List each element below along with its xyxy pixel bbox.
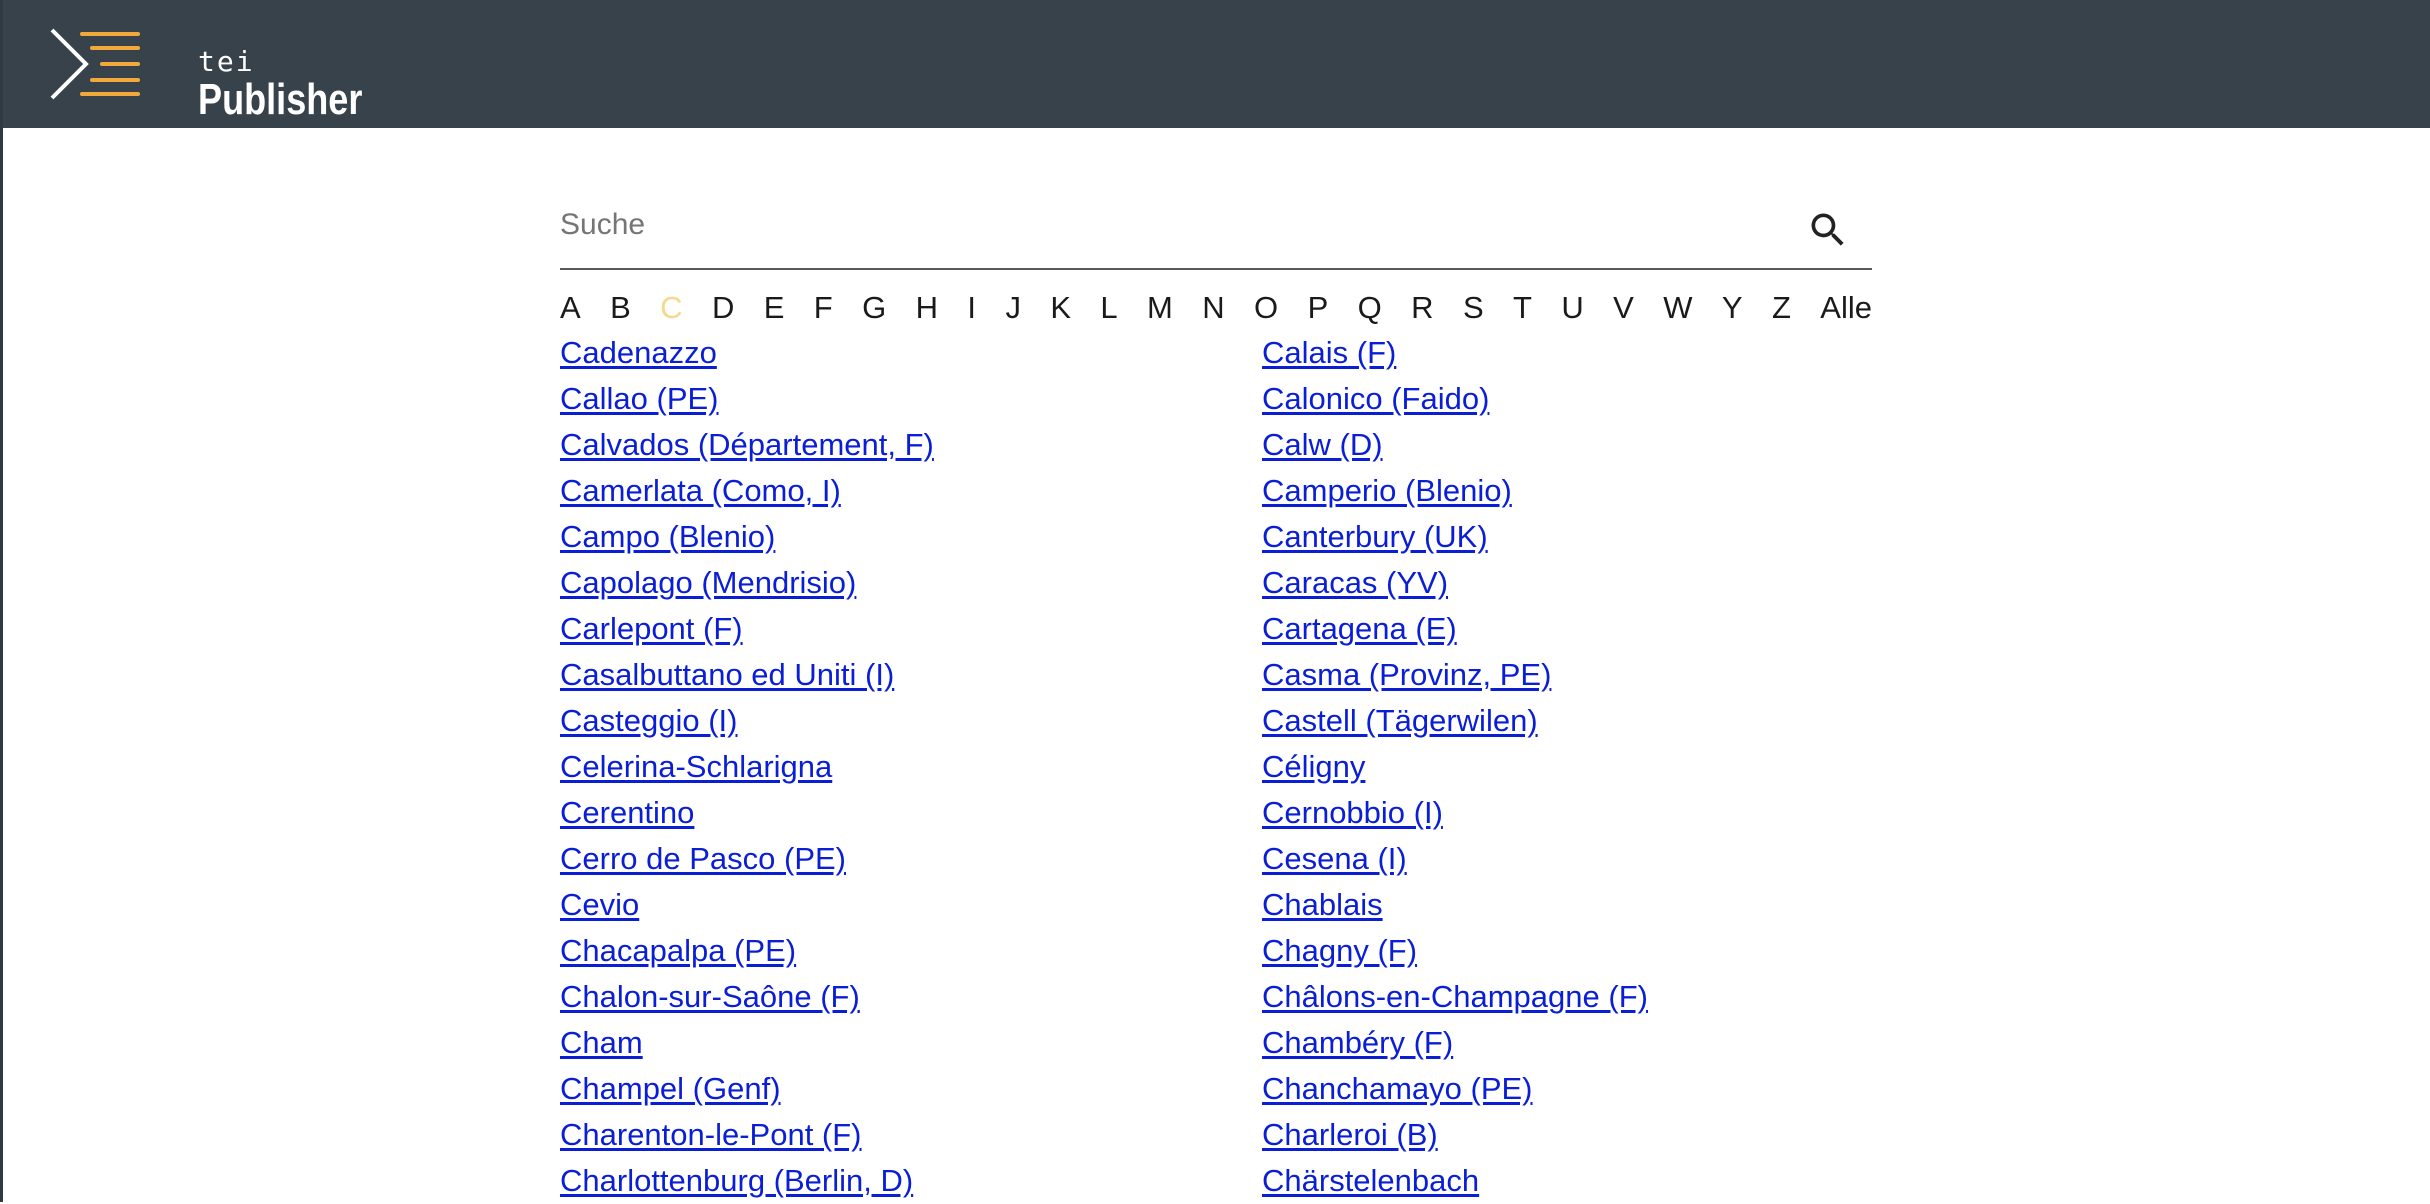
letter-filter-l[interactable]: L	[1100, 290, 1117, 326]
letter-filter-r[interactable]: R	[1411, 290, 1433, 326]
letter-filter-v[interactable]: V	[1613, 290, 1634, 326]
letter-filter-n[interactable]: N	[1202, 290, 1224, 326]
place-link[interactable]: Cerentino	[560, 790, 1262, 836]
place-link[interactable]: Camerlata (Como, I)	[560, 468, 1262, 514]
place-link[interactable]: Calw (D)	[1262, 422, 1872, 468]
place-link[interactable]: Cerro de Pasco (PE)	[560, 836, 1262, 882]
letter-filter-u[interactable]: U	[1561, 290, 1583, 326]
place-link[interactable]: Cadenazzo	[560, 330, 1262, 376]
place-link[interactable]: Cartagena (E)	[1262, 606, 1872, 652]
letter-filter-y[interactable]: Y	[1722, 290, 1743, 326]
place-link[interactable]: Charleroi (B)	[1262, 1112, 1872, 1158]
logo-chevron-icon	[50, 28, 140, 100]
place-link[interactable]: Cham	[560, 1020, 1262, 1066]
letter-filter-z[interactable]: Z	[1772, 290, 1791, 326]
letter-filter-d[interactable]: D	[712, 290, 734, 326]
place-link[interactable]: Cernobbio (I)	[1262, 790, 1872, 836]
place-link[interactable]: Chagny (F)	[1262, 928, 1872, 974]
place-link[interactable]: Chacapalpa (PE)	[560, 928, 1262, 974]
place-link[interactable]: Charlottenburg (Berlin, D)	[560, 1158, 1262, 1204]
place-link[interactable]: Cevio	[560, 882, 1262, 928]
letter-filter-i[interactable]: I	[967, 290, 976, 326]
letter-filter-e[interactable]: E	[764, 290, 785, 326]
letter-filter-h[interactable]: H	[916, 290, 938, 326]
place-link[interactable]: Canterbury (UK)	[1262, 514, 1872, 560]
place-link[interactable]: Chärstelenbach	[1262, 1158, 1872, 1204]
place-link[interactable]: Chanchamayo (PE)	[1262, 1066, 1872, 1112]
place-link[interactable]: Camperio (Blenio)	[1262, 468, 1872, 514]
place-link[interactable]: Chalon-sur-Saône (F)	[560, 974, 1262, 1020]
place-link[interactable]: Campo (Blenio)	[560, 514, 1262, 560]
place-link[interactable]: Champel (Genf)	[560, 1066, 1262, 1112]
place-link[interactable]: Chablais	[1262, 882, 1872, 928]
letter-filter-m[interactable]: M	[1147, 290, 1173, 326]
place-link[interactable]: Celerina-Schlarigna	[560, 744, 1262, 790]
places-list: Cadenazzo Calais (F) Callao (PE) Calonico (…	[560, 330, 1872, 1204]
main-content: ABCDEFGHIJKLMNOPQRSTUVWYZAlle CadenazzoC…	[560, 190, 1872, 1204]
letter-filter-all[interactable]: Alle	[1820, 290, 1872, 326]
letter-filter-t[interactable]: T	[1513, 290, 1532, 326]
letter-filter-g[interactable]: G	[862, 290, 886, 326]
letter-filter-p[interactable]: P	[1308, 290, 1329, 326]
logo-publisher-text: Publisher	[198, 75, 363, 124]
logo-tei-text: tei	[198, 45, 255, 78]
letter-filter-o[interactable]: O	[1254, 290, 1278, 326]
alphabet-filter: A B C D E F G H I J K L M N O P Q R S T U V W Y Z Alle	[560, 288, 1872, 328]
place-link[interactable]: Calais (F)	[1262, 330, 1872, 376]
app-header: tei Publisher	[0, 0, 2430, 128]
place-link[interactable]: Calonico (Faido)	[1262, 376, 1872, 422]
letter-filter-b[interactable]: B	[610, 290, 631, 326]
letter-filter-q[interactable]: Q	[1358, 290, 1382, 326]
place-link[interactable]: Calvados (Département, F)	[560, 422, 1262, 468]
place-link[interactable]: Cesena (I)	[1262, 836, 1872, 882]
search-input[interactable]	[560, 202, 1760, 248]
place-link[interactable]: Casteggio (I)	[560, 698, 1262, 744]
place-link[interactable]: Casma (Provinz, PE)	[1262, 652, 1872, 698]
tei-publisher-logo[interactable]: tei Publisher	[48, 26, 362, 122]
place-link[interactable]: Caracas (YV)	[1262, 560, 1872, 606]
place-link[interactable]: Carlepont (F)	[560, 606, 1262, 652]
search-bar	[560, 190, 1872, 270]
letter-filter-f[interactable]: F	[814, 290, 833, 326]
place-link[interactable]: Charenton-le-Pont (F)	[560, 1112, 1262, 1158]
place-link[interactable]: Céligny	[1262, 744, 1872, 790]
place-link[interactable]: Châlons-en-Champagne (F)	[1262, 974, 1872, 1020]
place-link[interactable]: Castell (Tägerwilen)	[1262, 698, 1872, 744]
left-edge-divider	[0, 0, 3, 1202]
place-link[interactable]: Callao (PE)	[560, 376, 1262, 422]
letter-filter-w[interactable]: W	[1663, 290, 1692, 326]
place-link[interactable]: Casalbuttano ed Uniti (I)	[560, 652, 1262, 698]
letter-filter-a[interactable]: A	[560, 290, 581, 326]
search-icon[interactable]	[1806, 208, 1850, 252]
letter-filter-c[interactable]: C	[660, 290, 682, 326]
place-link[interactable]: Chambéry (F)	[1262, 1020, 1872, 1066]
letter-filter-s[interactable]: S	[1463, 290, 1484, 326]
place-link[interactable]: Capolago (Mendrisio)	[560, 560, 1262, 606]
letter-filter-j[interactable]: J	[1005, 290, 1021, 326]
letter-filter-k[interactable]: K	[1050, 290, 1071, 326]
